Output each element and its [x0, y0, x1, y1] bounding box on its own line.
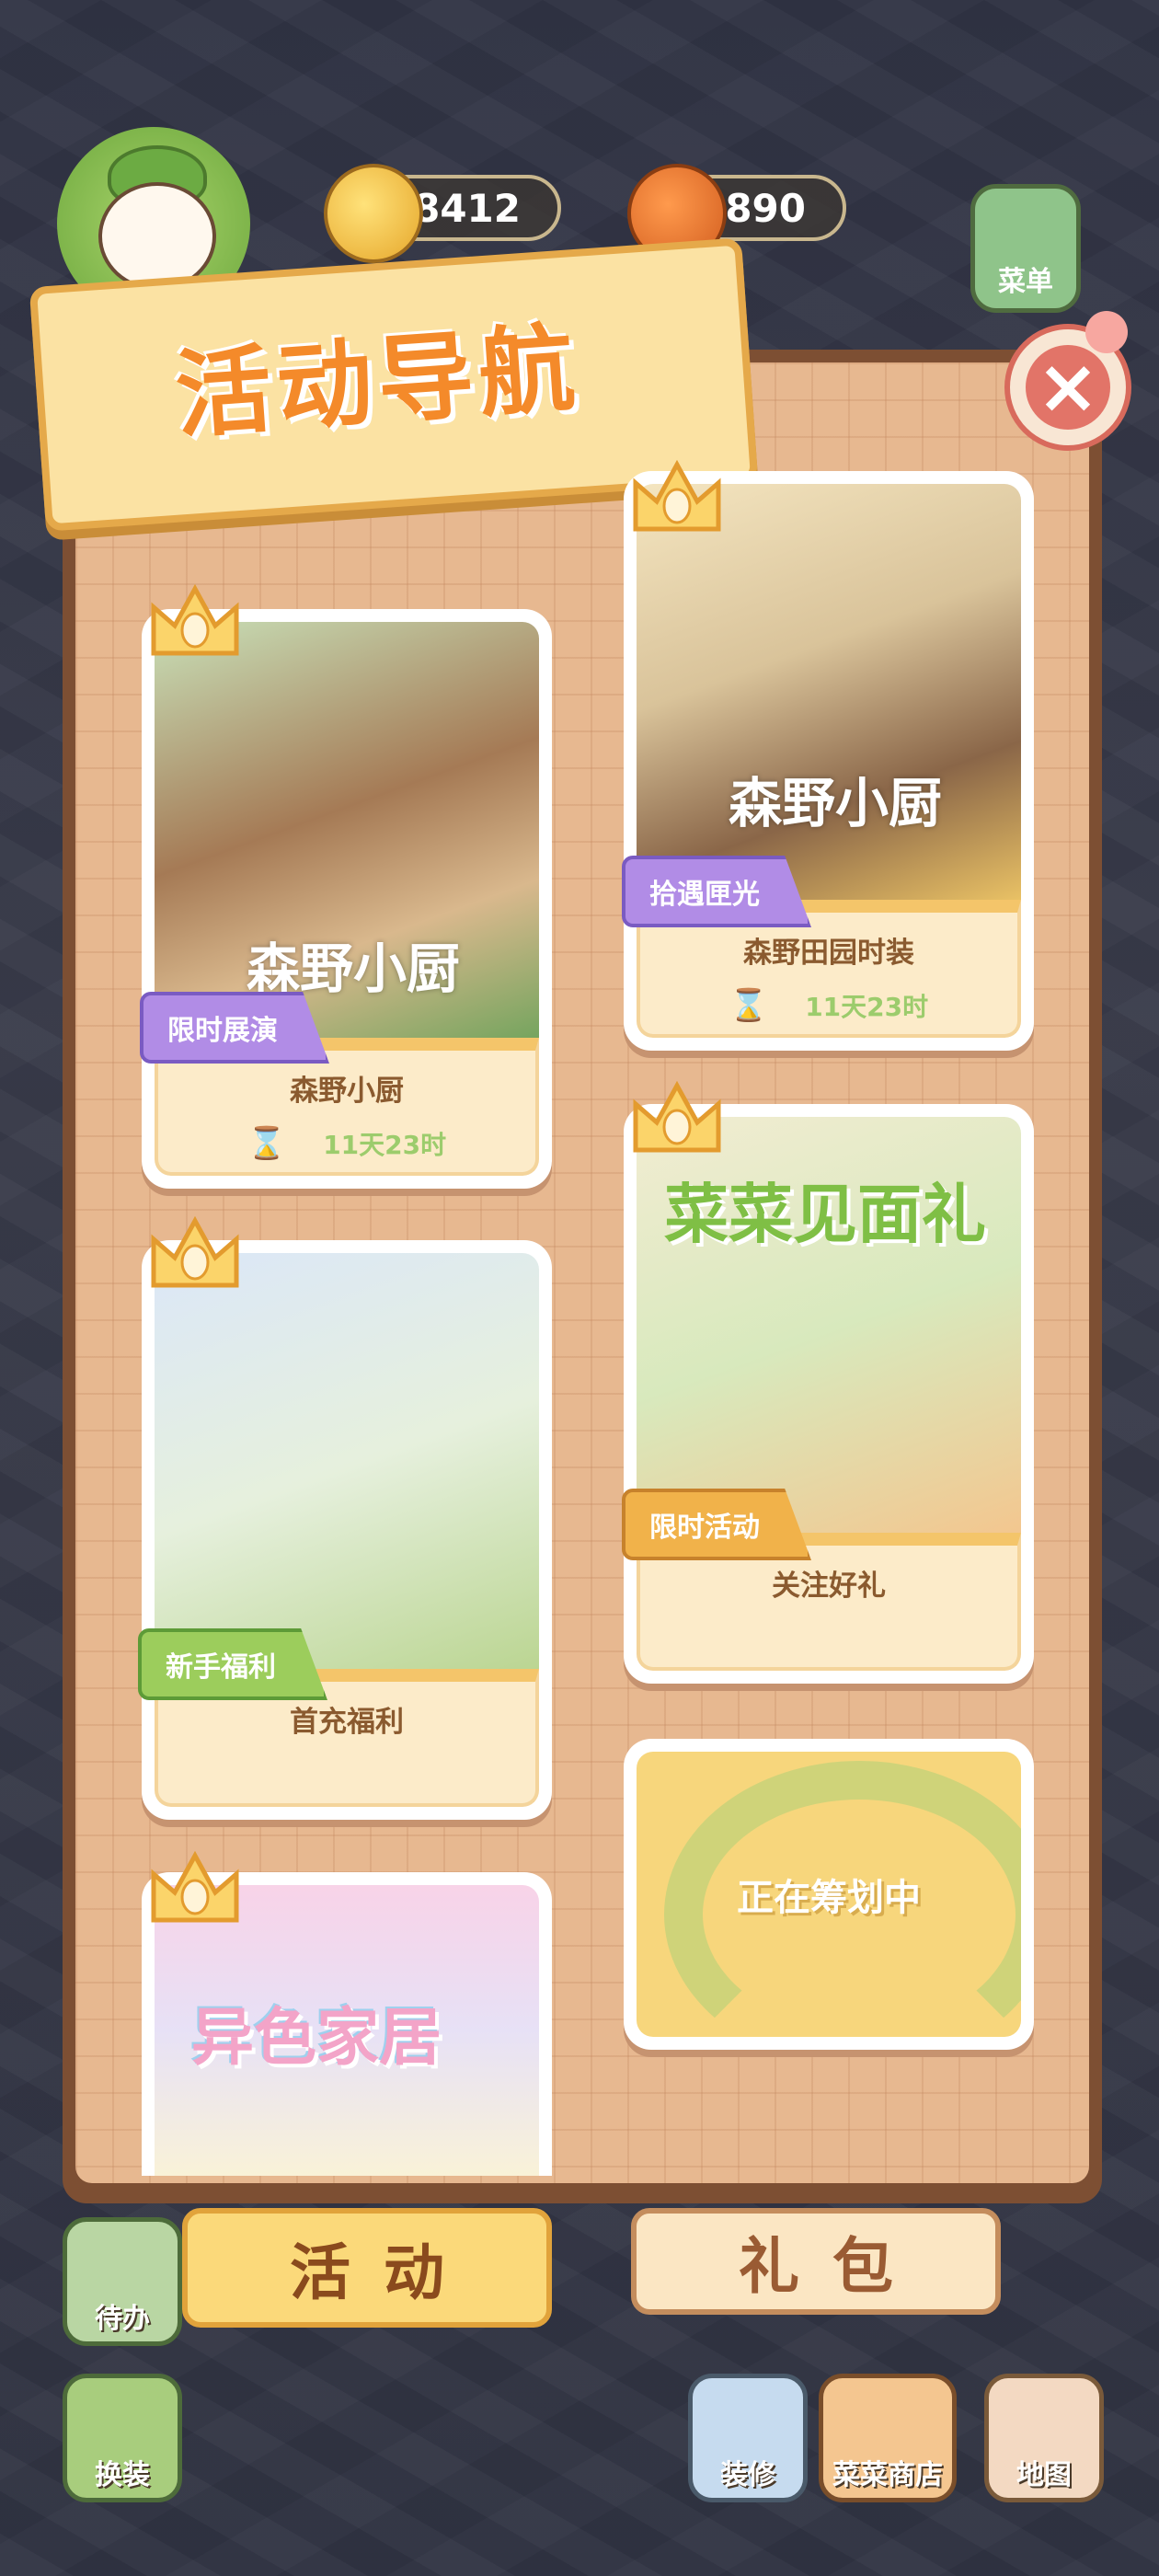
card-art-title: 异色家居: [191, 2002, 442, 2075]
decorate-button[interactable]: 装修: [688, 2374, 808, 2502]
card-tag: 限时活动: [622, 1489, 811, 1560]
todo-label: 待办: [95, 2303, 150, 2335]
shop-label: 菜菜商店: [832, 2459, 943, 2491]
card-timer-value: 11天23时: [805, 992, 929, 1022]
card-art-title: 森野小厨: [729, 772, 943, 834]
card-timer: ⌛ 11天23时: [640, 987, 1017, 1024]
activity-card-senye-fashion[interactable]: 森野小厨 森野田园时装 ⌛ 11天23时: [624, 471, 1034, 1051]
card-art-title: 菜菜见面礼: [664, 1177, 986, 1252]
card-art: 森野小厨: [637, 484, 1021, 912]
avatar-face: [98, 182, 216, 291]
card-tag: 拾遇匣光: [622, 856, 811, 927]
activity-card-follow-gift[interactable]: 菜菜见面礼 关注好礼: [624, 1104, 1034, 1684]
activity-card-first-recharge[interactable]: 首充福利: [142, 1240, 552, 1820]
card-timer: ⌛ 11天23时: [158, 1125, 535, 1162]
tab-gift-pack-label: 礼包: [739, 2231, 926, 2302]
carrot-counter[interactable]: 5890: [627, 164, 846, 263]
crown-icon: [633, 460, 721, 532]
planning-placeholder-card: 正在筹划中: [624, 1739, 1034, 2050]
card-name: 森野田园时装: [743, 937, 914, 970]
card-art: [155, 1253, 539, 1681]
todo-button[interactable]: 待办: [63, 2217, 182, 2346]
card-tag: 限时展演: [140, 992, 329, 1064]
card-name: 森野小厨: [290, 1075, 404, 1108]
planning-label: 正在筹划中: [737, 1877, 921, 1919]
close-icon: ×: [1026, 345, 1110, 430]
tab-activity[interactable]: 活动: [182, 2208, 552, 2328]
card-name: 首充福利: [290, 1706, 404, 1739]
dress-up-label: 换装: [95, 2459, 150, 2491]
crown-icon: [633, 1081, 721, 1153]
hourglass-icon: ⌛: [247, 1125, 287, 1162]
dress-up-button[interactable]: 换装: [63, 2374, 182, 2502]
card-name: 关注好礼: [772, 1570, 886, 1603]
map-label: 地图: [1016, 2459, 1072, 2491]
shop-button[interactable]: 菜菜商店: [819, 2374, 957, 2502]
paw-decoration-icon: [1085, 311, 1128, 353]
map-button[interactable]: 地图: [984, 2374, 1104, 2502]
crown-icon: [151, 584, 239, 656]
decorate-label: 装修: [720, 2459, 775, 2491]
coin-icon: [324, 164, 423, 263]
menu-button[interactable]: 菜单: [970, 184, 1081, 313]
card-tag: 新手福利: [138, 1628, 327, 1700]
crown-icon: [151, 1851, 239, 1923]
tab-activity-label: 活动: [290, 2237, 477, 2308]
crown-icon: [151, 1216, 239, 1288]
card-art-title: 森野小厨: [247, 937, 461, 1000]
planning-inner: 正在筹划中: [637, 1752, 1021, 2037]
panel-title: 活动导航: [171, 311, 584, 453]
card-art: 异色家居: [155, 1885, 539, 2176]
card-art: 森野小厨: [155, 622, 539, 1050]
menu-label: 菜单: [998, 266, 1053, 298]
coin-value: 8412: [413, 185, 521, 231]
tab-gift-pack[interactable]: 礼包: [631, 2208, 1001, 2315]
activity-card-senye-kitchen[interactable]: 森野小厨 森野小厨 ⌛ 11天23时: [142, 609, 552, 1189]
card-timer-value: 11天23时: [323, 1130, 447, 1160]
hourglass-icon: ⌛: [729, 987, 769, 1024]
card-art: 菜菜见面礼: [637, 1117, 1021, 1545]
coin-counter[interactable]: 8412: [324, 164, 561, 263]
